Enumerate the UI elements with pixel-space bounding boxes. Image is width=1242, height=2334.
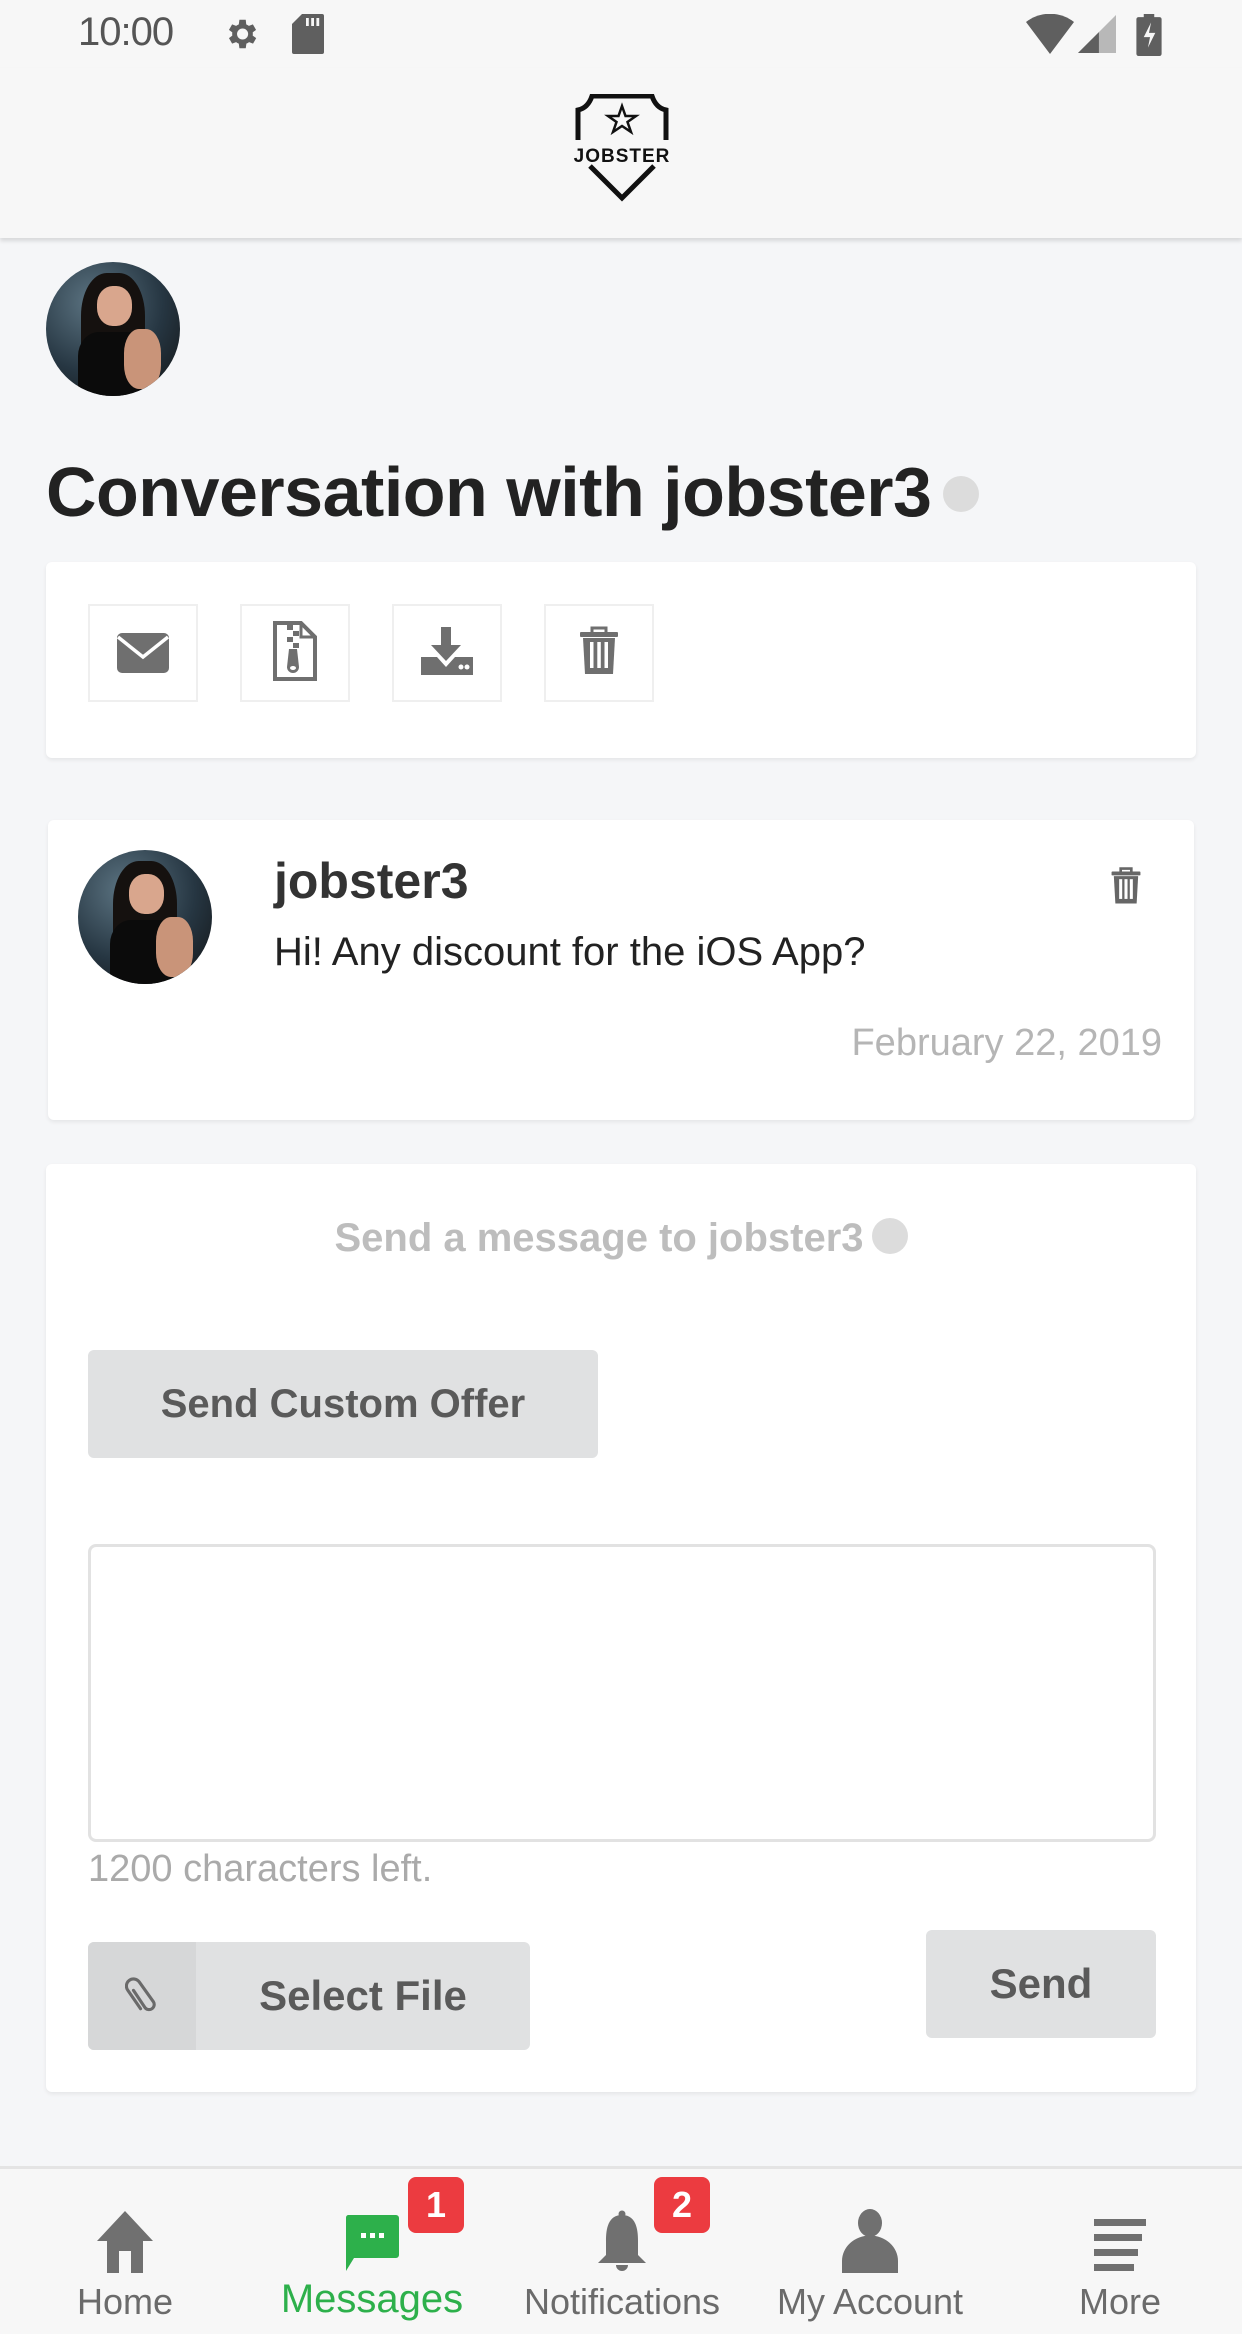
message-author[interactable]: jobster3: [274, 852, 469, 910]
notifications-badge: 2: [654, 2177, 710, 2233]
sd-card-icon: [292, 14, 324, 59]
bottom-nav: Home 1 Messages 2 Notifications My Accou…: [0, 2166, 1242, 2334]
download-button[interactable]: [392, 604, 502, 702]
envelope-icon: [115, 627, 171, 680]
mark-unread-button[interactable]: [88, 604, 198, 702]
delete-conversation-button[interactable]: [544, 604, 654, 702]
paperclip-icon: [88, 1942, 196, 2050]
online-status-dot: [943, 475, 980, 512]
menu-icon: [1092, 2193, 1148, 2273]
conversation-toolbar: [46, 562, 1196, 758]
jobster-logo[interactable]: JOBSTER: [570, 94, 674, 202]
status-time: 10:00: [78, 10, 174, 54]
send-button[interactable]: Send: [926, 1930, 1156, 2038]
nav-notifications[interactable]: 2 Notifications: [512, 2169, 732, 2334]
nav-my-account[interactable]: My Account: [770, 2169, 970, 2334]
compose-panel: Send a message to jobster3 Send Custom O…: [46, 1164, 1196, 2092]
signal-icon: [1078, 14, 1116, 59]
home-icon: [95, 2193, 155, 2273]
message-date: February 22, 2019: [851, 1022, 1162, 1064]
message-author-avatar[interactable]: [78, 850, 212, 984]
compose-heading: Send a message to jobster3: [46, 1216, 1196, 1261]
page-title-text: Conversation with jobster3: [46, 453, 932, 531]
zip-download-button[interactable]: [240, 604, 350, 702]
nav-home[interactable]: Home: [40, 2169, 210, 2334]
nav-messages[interactable]: 1 Messages: [272, 2169, 472, 2334]
status-bar: 10:00: [0, 0, 1242, 68]
nav-notifications-label: Notifications: [523, 2281, 721, 2322]
nav-home-label: Home: [76, 2281, 174, 2322]
page-title: Conversation with jobster3: [46, 452, 980, 532]
nav-more-label: More: [1078, 2281, 1162, 2322]
nav-more[interactable]: More: [1050, 2169, 1190, 2334]
zip-file-icon: [271, 620, 319, 686]
nav-my-account-label: My Account: [776, 2281, 964, 2322]
send-custom-offer-button[interactable]: Send Custom Offer: [88, 1350, 598, 1458]
chat-icon: [344, 2193, 400, 2273]
trash-icon: [1110, 866, 1142, 910]
message-item: jobster3 Hi! Any discount for the iOS Ap…: [48, 820, 1194, 1120]
char-count: 1200 characters left.: [88, 1848, 433, 1890]
bell-icon: [596, 2193, 648, 2273]
partner-avatar[interactable]: [46, 262, 180, 396]
gear-icon: [222, 14, 260, 59]
messages-badge: 1: [408, 2177, 464, 2233]
app-header: JOBSTER: [0, 68, 1242, 238]
logo-text: JOBSTER: [573, 146, 671, 167]
wifi-icon: [1026, 13, 1074, 59]
user-icon: [840, 2193, 900, 2273]
message-text: Hi! Any discount for the iOS App?: [274, 930, 866, 974]
online-status-dot: [871, 1218, 908, 1255]
select-file-button[interactable]: Select File: [88, 1942, 530, 2050]
delete-message-button[interactable]: [1106, 866, 1146, 910]
message-input[interactable]: [88, 1544, 1156, 1842]
compose-heading-text: Send a message to jobster3: [334, 1216, 864, 1260]
select-file-label: Select File: [259, 1972, 467, 2019]
nav-messages-label: Messages: [280, 2277, 464, 2321]
battery-charging-icon: [1136, 14, 1162, 61]
trash-icon: [579, 626, 619, 681]
download-icon: [419, 625, 475, 682]
